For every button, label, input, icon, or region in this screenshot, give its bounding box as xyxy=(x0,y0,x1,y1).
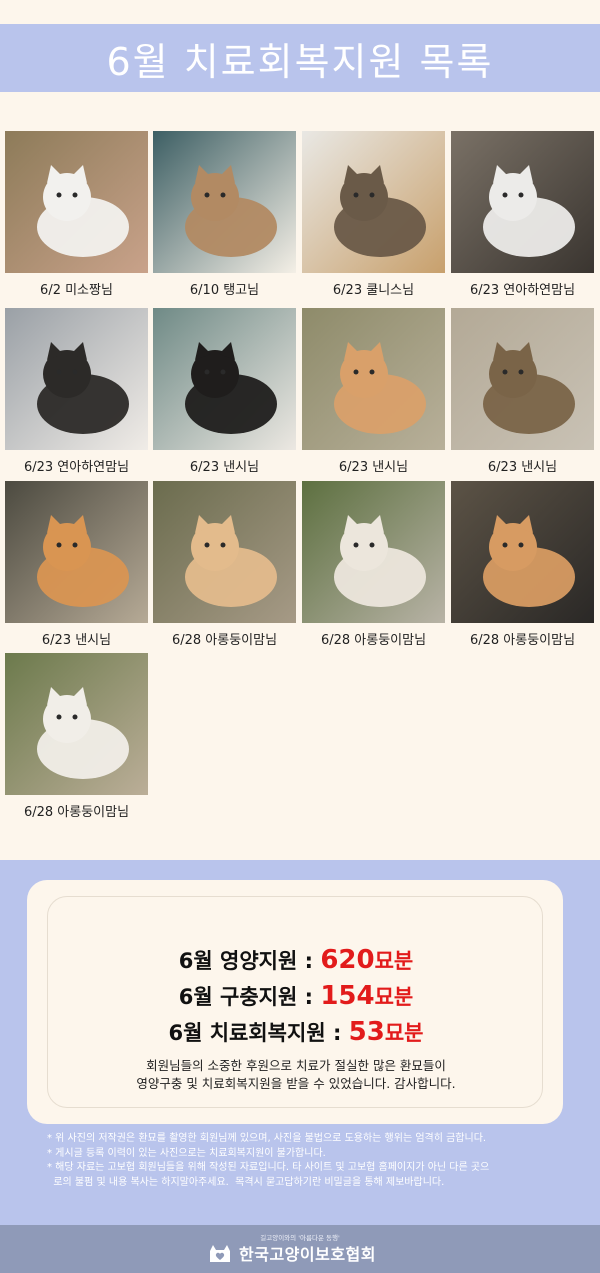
stat-number: 620 xyxy=(320,945,375,975)
cat-caption: 6/28 아롱둥이맘님 xyxy=(171,633,278,648)
org-name: 한국고양이보호협회 xyxy=(239,1245,376,1264)
cat-caption: 6/23 낸시님 xyxy=(487,460,558,475)
cat-caption: 6/23 낸시님 xyxy=(189,460,260,475)
page-title: 6월 치료회복지원 목록 xyxy=(106,39,494,84)
cat-card[interactable]: 6/23 연아하연맘님 xyxy=(451,131,594,298)
cat-caption: 6/28 아롱둥이맘님 xyxy=(320,633,427,648)
cat-caption: 6/23 연아하연맘님 xyxy=(23,460,130,475)
cat-caption: 6/28 아롱둥이맘님 xyxy=(23,805,130,820)
stat-label: 6월 영양지원 : xyxy=(178,949,321,973)
copyright-notes: * 위 사진의 저작권은 환묘를 촬영한 회원님께 있으며, 사진을 불법으로 … xyxy=(47,1132,567,1190)
cat-caption: 6/23 연아하연맘님 xyxy=(469,283,576,298)
thanks-message: 회원님들의 소중한 후원으로 치료가 절실한 많은 환묘들이 영양구충 및 치료… xyxy=(48,1057,544,1093)
cat-card[interactable]: 6/23 낸시님 xyxy=(451,308,594,475)
stat-unit: 묘분 xyxy=(374,949,414,973)
stat-label: 6월 치료회복지원 : xyxy=(168,1021,349,1045)
cat-card[interactable]: 6/23 쿨니스님 xyxy=(302,131,445,298)
note-line: * 위 사진의 저작권은 환묘를 촬영한 회원님께 있으며, 사진을 불법으로 … xyxy=(47,1133,487,1144)
note-line: * 게시글 등록 이력이 있는 사진으로는 치료회복지원이 불가합니다. xyxy=(47,1147,326,1159)
cat-card[interactable]: 6/23 낸시님 xyxy=(5,481,148,648)
stat-number: 154 xyxy=(320,981,375,1011)
cat-card[interactable]: 6/2 미소짱님 xyxy=(5,131,148,298)
footer: 길고양이와의 '아름다운 동행' 한국고양이보호협회 xyxy=(0,1225,600,1273)
cat-photo xyxy=(302,308,445,450)
cat-caption: 6/23 낸시님 xyxy=(338,460,409,475)
cat-card[interactable]: 6/28 아롱둥이맘님 xyxy=(451,481,594,648)
thanks-line: 회원님들의 소중한 후원으로 치료가 절실한 많은 환묘들이 xyxy=(146,1058,446,1073)
deworming-support-stat: 6월 구충지원 : 154묘분 xyxy=(48,981,544,1011)
title-band: 6월 치료회복지원 목록 xyxy=(0,24,600,92)
cat-photo xyxy=(5,481,148,623)
cat-card[interactable]: 6/28 아롱둥이맘님 xyxy=(153,481,296,648)
cat-photo xyxy=(302,131,445,273)
cat-caption: 6/2 미소짱님 xyxy=(40,283,113,298)
treatment-support-stat: 6월 치료회복지원 : 53묘분 xyxy=(48,1017,544,1047)
stat-number: 53 xyxy=(348,1017,385,1047)
top-strip xyxy=(0,0,600,24)
cat-photo xyxy=(302,481,445,623)
nutrition-support-stat: 6월 영양지원 : 620묘분 xyxy=(48,945,544,975)
summary-section: 6월 영양지원 : 620묘분 6월 구충지원 : 154묘분 6월 치료회복지… xyxy=(0,860,600,1225)
cat-photo xyxy=(5,131,148,273)
cat-card[interactable]: 6/10 탱고님 xyxy=(153,131,296,298)
cat-card[interactable]: 6/28 아롱둥이맘님 xyxy=(302,481,445,648)
cat-photo xyxy=(451,308,594,450)
cat-caption: 6/10 탱고님 xyxy=(189,283,260,298)
cat-card[interactable]: 6/28 아롱둥이맘님 xyxy=(5,653,148,820)
cat-caption: 6/23 쿨니스님 xyxy=(332,283,415,298)
cat-card[interactable]: 6/23 낸시님 xyxy=(153,308,296,475)
cat-caption: 6/28 아롱둥이맘님 xyxy=(469,633,576,648)
cat-photo xyxy=(153,481,296,623)
cat-photo xyxy=(5,308,148,450)
cat-photo xyxy=(451,481,594,623)
stat-unit: 묘분 xyxy=(384,1021,424,1045)
thanks-line: 영양구충 및 치료회복지원을 받을 수 있었습니다. 감사합니다. xyxy=(136,1076,456,1091)
summary-card-inner: 6월 영양지원 : 620묘분 6월 구충지원 : 154묘분 6월 치료회복지… xyxy=(47,896,543,1108)
cat-heart-logo-icon xyxy=(210,1245,230,1262)
footer-logo[interactable]: 한국고양이보호협회 xyxy=(207,1241,376,1265)
cat-card[interactable]: 6/23 연아하연맘님 xyxy=(5,308,148,475)
cat-card[interactable]: 6/23 낸시님 xyxy=(302,308,445,475)
cat-caption: 6/23 낸시님 xyxy=(41,633,112,648)
summary-card: 6월 영양지원 : 620묘분 6월 구충지원 : 154묘분 6월 치료회복지… xyxy=(27,880,563,1124)
stat-label: 6월 구충지원 : xyxy=(178,985,321,1009)
cat-photo xyxy=(451,131,594,273)
cat-photo xyxy=(5,653,148,795)
cat-photo xyxy=(153,131,296,273)
cat-photo xyxy=(153,308,296,450)
stat-unit: 묘분 xyxy=(374,985,414,1009)
note-line: * 해당 자료는 고보협 회원님들을 위해 작성된 자료입니다. 타 사이트 및… xyxy=(47,1162,490,1173)
note-line: 로의 불펌 및 내용 복사는 하지말아주세요. 목격시 묻고답하기란 비밀글을 … xyxy=(47,1176,445,1188)
